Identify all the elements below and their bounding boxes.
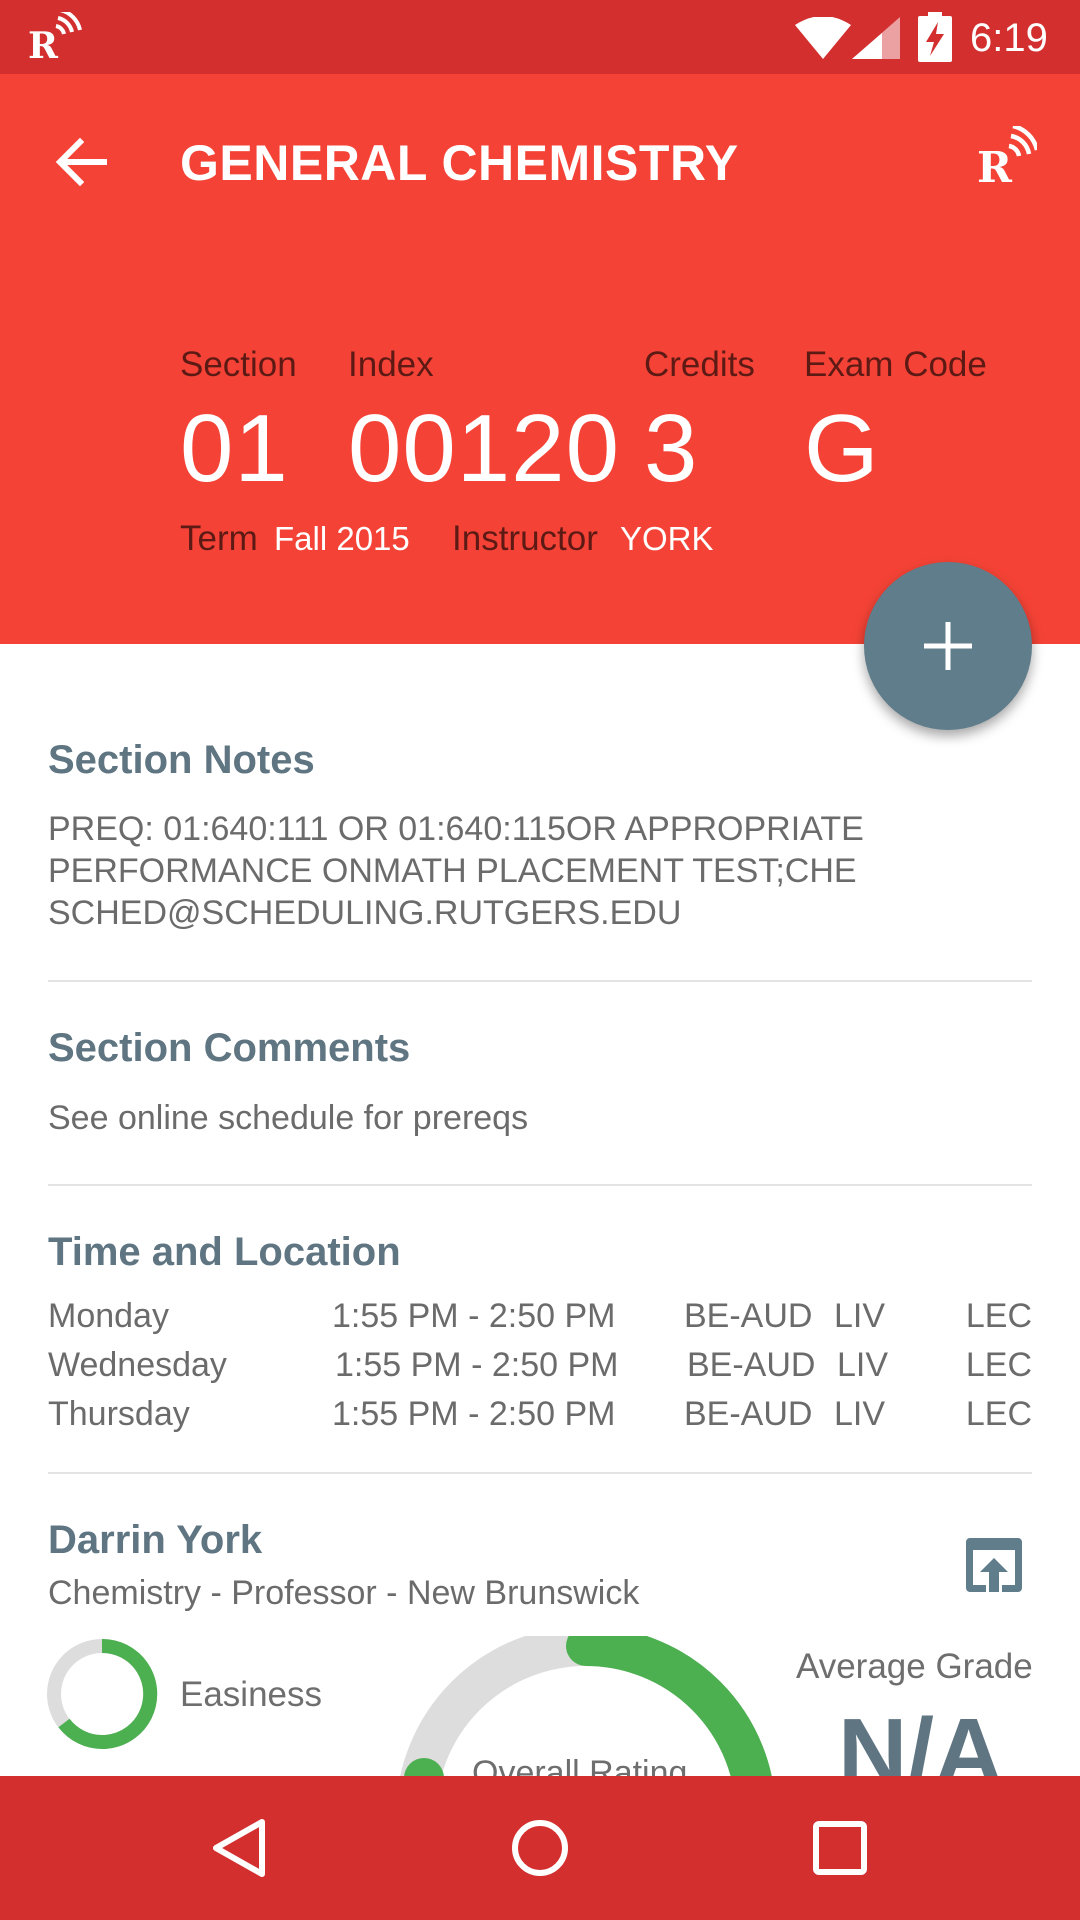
status-bar: R 6:19	[0, 0, 1080, 74]
section-notes-line: SCHED@SCHEDULING.RUTGERS.EDU	[48, 894, 682, 932]
meeting-room: BE-AUD	[684, 1297, 813, 1335]
instructor-label: Instructor	[452, 519, 598, 558]
section-notes-title: Section Notes	[48, 738, 315, 782]
rutgers-radio-icon[interactable]: R	[975, 126, 1037, 188]
instructor-value: YORK	[620, 520, 714, 557]
term-value: Fall 2015	[274, 520, 410, 557]
meeting-campus: LIV	[834, 1395, 886, 1433]
term-label: Term	[180, 519, 258, 558]
section-notes-line: PREQ: 01:640:111 OR 01:640:115OR APPROPR…	[48, 810, 864, 848]
meeting-day: Thursday	[48, 1395, 190, 1433]
meeting-type: LEC	[965, 1395, 1032, 1433]
instructor-details: Chemistry - Professor - New Brunswick	[48, 1574, 640, 1612]
credits-value: 3	[644, 395, 699, 502]
meeting-campus: LIV	[834, 1297, 886, 1335]
open-in-browser-icon[interactable]	[962, 1532, 1026, 1596]
exam-code-value: G	[804, 395, 880, 502]
section-notes-line: PERFORMANCE ONMATH PLACEMENT TEST;CHE	[48, 852, 857, 890]
section-label: Section	[180, 345, 297, 384]
meeting-time: 1:55 PM - 2:50 PM	[332, 1395, 616, 1433]
index-value: 00120	[348, 395, 620, 502]
meeting-room: BE-AUD	[687, 1346, 816, 1384]
average-grade-label: Average Grade	[796, 1647, 1033, 1686]
clock: 6:19	[970, 16, 1048, 60]
wifi-icon	[795, 17, 851, 59]
battery-charging-icon	[918, 12, 952, 62]
svg-text:R: R	[28, 25, 59, 64]
back-triangle-icon[interactable]	[206, 1814, 274, 1882]
meeting-row: Wednesday 1:55 PM - 2:50 PM BE-AUD LIV L…	[48, 1341, 1032, 1389]
recents-square-icon[interactable]	[806, 1814, 874, 1882]
meeting-type: LEC	[965, 1297, 1032, 1335]
page-title: GENERAL CHEMISTRY	[180, 135, 739, 191]
back-arrow-icon[interactable]	[52, 132, 112, 192]
section-comments-title: Section Comments	[48, 1026, 411, 1070]
meeting-campus: LIV	[837, 1346, 889, 1384]
meeting-row: Monday 1:55 PM - 2:50 PM BE-AUD LIV LEC	[48, 1292, 1032, 1340]
credits-label: Credits	[644, 345, 755, 384]
course-header: GENERAL CHEMISTRY R Section Index Credit…	[0, 74, 1080, 644]
time-location-title: Time and Location	[48, 1230, 401, 1274]
add-course-button[interactable]	[864, 562, 1032, 730]
divider	[48, 1184, 1032, 1186]
meeting-day: Monday	[48, 1297, 169, 1335]
navigation-bar	[0, 1776, 1080, 1920]
svg-text:R: R	[977, 143, 1013, 188]
exam-code-label: Exam Code	[804, 345, 987, 384]
instructor-name: Darrin York	[48, 1518, 263, 1562]
rutgers-radio-icon: R	[28, 12, 82, 64]
section-comments-text: See online schedule for prereqs	[48, 1099, 529, 1137]
easiness-ring	[47, 1638, 158, 1749]
meeting-type: LEC	[965, 1346, 1032, 1384]
section-value: 01	[180, 395, 289, 502]
home-circle-icon[interactable]	[506, 1814, 574, 1882]
divider	[48, 980, 1032, 982]
meeting-room: BE-AUD	[684, 1395, 813, 1433]
meeting-day: Wednesday	[48, 1346, 227, 1384]
meeting-time: 1:55 PM - 2:50 PM	[335, 1346, 619, 1384]
meeting-time: 1:55 PM - 2:50 PM	[332, 1297, 616, 1335]
easiness-label: Easiness	[180, 1675, 323, 1714]
plus-icon	[924, 622, 972, 670]
divider	[48, 1472, 1032, 1474]
index-label: Index	[348, 345, 434, 384]
signal-icon	[852, 17, 900, 59]
meeting-row: Thursday 1:55 PM - 2:50 PM BE-AUD LIV LE…	[48, 1390, 1032, 1438]
